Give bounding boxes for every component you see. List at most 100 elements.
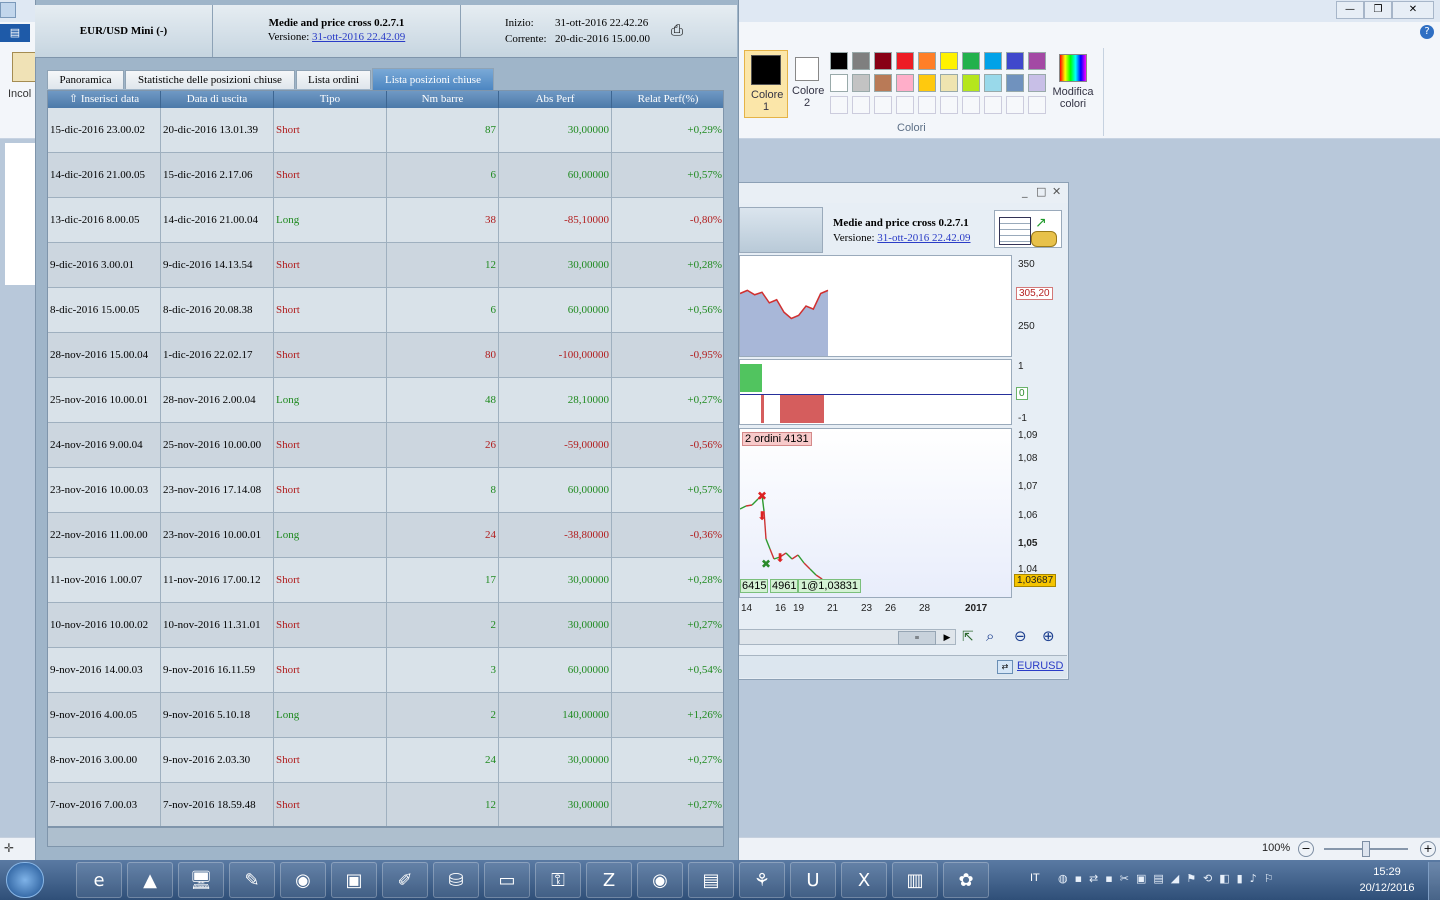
filezilla-icon[interactable]: Z xyxy=(586,862,632,898)
palette-swatch[interactable] xyxy=(940,74,958,92)
paint-canvas[interactable] xyxy=(5,143,35,285)
ue-icon[interactable]: U xyxy=(790,862,836,898)
palette-swatch[interactable] xyxy=(1028,74,1046,92)
clock-time[interactable]: 15:29 xyxy=(1362,866,1412,878)
tab-panoramica[interactable]: Panoramica xyxy=(47,70,124,89)
column-header-entry[interactable]: ⇧ Inserisci data xyxy=(48,91,161,108)
equity-panel[interactable] xyxy=(739,255,1012,357)
security-icon[interactable]: ⚿ xyxy=(535,862,581,898)
scrollbar-thumb[interactable]: ≡ xyxy=(898,631,936,645)
chart-app-icon[interactable]: ▥ xyxy=(892,862,938,898)
column-header-bars[interactable]: Nm barre xyxy=(387,91,499,108)
palette-swatch[interactable] xyxy=(852,96,870,114)
chart-version-link[interactable]: 31-ott-2016 22.42.09 xyxy=(877,232,970,244)
scroll-right-arrow[interactable]: ▶ xyxy=(940,630,954,644)
palette-swatch[interactable] xyxy=(1028,52,1046,70)
zoom-out-icon[interactable]: ⊖ xyxy=(1014,627,1027,645)
table-row[interactable]: 9-dic-2016 3.00.01 9-dic-2016 14.13.54 Sho… xyxy=(48,243,723,288)
printer-icon[interactable]: ⎙ xyxy=(671,21,683,39)
table-row[interactable]: 9-nov-2016 4.00.05 9-nov-2016 5.10.18 Long… xyxy=(48,693,723,738)
palette-swatch[interactable] xyxy=(830,52,848,70)
table-row[interactable]: 8-nov-2016 3.00.00 9-nov-2016 2.03.30 Shor… xyxy=(48,738,723,783)
zoom-slider-thumb[interactable] xyxy=(1362,841,1370,857)
table-row[interactable]: 14-dic-2016 21.00.05 15-dic-2016 2.17.06 S… xyxy=(48,153,723,198)
palette-swatch[interactable] xyxy=(830,96,848,114)
palette-swatch[interactable] xyxy=(918,74,936,92)
palette-swatch[interactable] xyxy=(896,74,914,92)
table-row[interactable]: 10-nov-2016 10.00.02 10-nov-2016 11.31.01… xyxy=(48,603,723,648)
internet-explorer-icon[interactable]: e xyxy=(76,862,122,898)
table-row[interactable]: 11-nov-2016 1.00.07 11-nov-2016 17.00.12 S… xyxy=(48,558,723,603)
table-row[interactable]: 25-nov-2016 10.00.01 28-nov-2016 2.00.04 L… xyxy=(48,378,723,423)
chart-scrollbar[interactable]: ≡ ▶ xyxy=(739,629,956,645)
chart-minimize-button[interactable]: _ xyxy=(1022,185,1028,198)
column-header-rel-perf[interactable]: Relat Perf(%) xyxy=(612,91,723,108)
column-header-exit[interactable]: Data di uscita xyxy=(161,91,274,108)
palette-swatch[interactable] xyxy=(896,96,914,114)
table-row[interactable]: 15-dic-2016 23.00.02 20-dic-2016 13.01.39… xyxy=(48,108,723,153)
strategy-report-icon[interactable]: ↗ xyxy=(994,210,1062,248)
table-row[interactable]: 13-dic-2016 8.00.05 14-dic-2016 21.00.04 L… xyxy=(48,198,723,243)
palette-swatch[interactable] xyxy=(1006,96,1024,114)
paste-icon[interactable] xyxy=(12,52,36,82)
price-panel[interactable]: ✖ ⬇ ⬇ ✖ 2 ordini 4131 6415 4961 1@1,03831 xyxy=(739,428,1012,598)
zoom-in-icon[interactable]: ⊕ xyxy=(1042,627,1055,645)
palette-swatch[interactable] xyxy=(962,74,980,92)
palette-swatch[interactable] xyxy=(1006,52,1024,70)
table-row[interactable]: 22-nov-2016 11.00.00 23-nov-2016 10.00.01… xyxy=(48,513,723,558)
chrome-icon[interactable]: ◉ xyxy=(637,862,683,898)
colore2-button[interactable]: Colore 2 xyxy=(788,50,826,116)
table-row[interactable]: 28-nov-2016 15.00.04 1-dic-2016 22.02.17 S… xyxy=(48,333,723,378)
palette-swatch[interactable] xyxy=(918,96,936,114)
tab-lista-ordini[interactable]: Lista ordini xyxy=(296,70,371,89)
palette-swatch[interactable] xyxy=(940,52,958,70)
network-icon[interactable]: ⚘ xyxy=(739,862,785,898)
palette-swatch[interactable] xyxy=(874,52,892,70)
table-row[interactable]: 9-nov-2016 14.00.03 9-nov-2016 16.11.59 Sh… xyxy=(48,648,723,693)
file-menu-button[interactable]: ▤ xyxy=(0,24,30,42)
column-header-type[interactable]: Tipo xyxy=(274,91,387,108)
modifica-colori-button[interactable]: Modifica colori xyxy=(1048,52,1098,122)
symbol-link[interactable]: EURUSD xyxy=(1017,660,1063,672)
signal-panel[interactable] xyxy=(739,359,1012,425)
tab-statistiche[interactable]: Statistiche delle posizioni chiuse xyxy=(125,70,295,89)
palette-swatch[interactable] xyxy=(896,52,914,70)
question-icon[interactable]: ? xyxy=(1420,25,1434,39)
system-tray-icons[interactable]: ◍▪⇄▪✂▣▤◢⚑⟲◧▮♪⚐ xyxy=(1058,872,1338,888)
table-row[interactable]: 24-nov-2016 9.00.04 25-nov-2016 10.00.00 S… xyxy=(48,423,723,468)
show-desktop-button[interactable] xyxy=(1428,862,1440,900)
column-header-abs-perf[interactable]: Abs Perf xyxy=(499,91,612,108)
orders-badge[interactable]: 2 ordini 4131 xyxy=(742,432,812,446)
vlc-icon[interactable]: ▲ xyxy=(127,862,173,898)
maximize-button[interactable]: ❐ xyxy=(1364,1,1392,19)
chart-close-button[interactable]: ✕ xyxy=(1052,185,1061,198)
chrome-icon[interactable]: ◉ xyxy=(280,862,326,898)
close-button[interactable]: ✕ xyxy=(1392,1,1434,19)
table-row[interactable]: 8-dic-2016 15.00.05 8-dic-2016 20.08.38 Sh… xyxy=(48,288,723,333)
notepad-plus-icon[interactable]: ✐ xyxy=(382,862,428,898)
palette-swatch[interactable] xyxy=(830,74,848,92)
excel-icon[interactable]: X xyxy=(841,862,887,898)
terminal-screen-icon[interactable]: ▣ xyxy=(331,862,377,898)
palette-swatch[interactable] xyxy=(940,96,958,114)
database-icon[interactable]: ⛁ xyxy=(433,862,479,898)
chart-maximize-button[interactable]: □ xyxy=(1036,185,1046,198)
tab-lista-posizioni-chiuse[interactable]: Lista posizioni chiuse xyxy=(372,68,494,90)
remote-desktop-icon[interactable]: 🖥 xyxy=(178,862,224,898)
ultraedit-tools-icon[interactable]: ✎ xyxy=(229,862,275,898)
palette-swatch[interactable] xyxy=(962,52,980,70)
language-indicator[interactable]: IT xyxy=(1030,872,1040,884)
folder-icon[interactable]: ▤ xyxy=(688,862,734,898)
zoom-fit-icon[interactable]: ⌕ xyxy=(986,627,994,645)
palette-swatch[interactable] xyxy=(962,96,980,114)
start-button[interactable] xyxy=(6,862,44,898)
palette-swatch[interactable] xyxy=(874,74,892,92)
version-link[interactable]: 31-ott-2016 22.42.09 xyxy=(312,31,405,43)
auto-scale-icon[interactable]: ⇱ xyxy=(962,629,974,645)
palette-swatch[interactable] xyxy=(984,74,1002,92)
command-prompt-icon[interactable]: ▭ xyxy=(484,862,530,898)
palette-swatch[interactable] xyxy=(1028,96,1046,114)
colore1-button[interactable]: Colore 1 xyxy=(744,50,788,118)
paint-icon[interactable]: ✿ xyxy=(943,862,989,898)
palette-swatch[interactable] xyxy=(984,52,1002,70)
